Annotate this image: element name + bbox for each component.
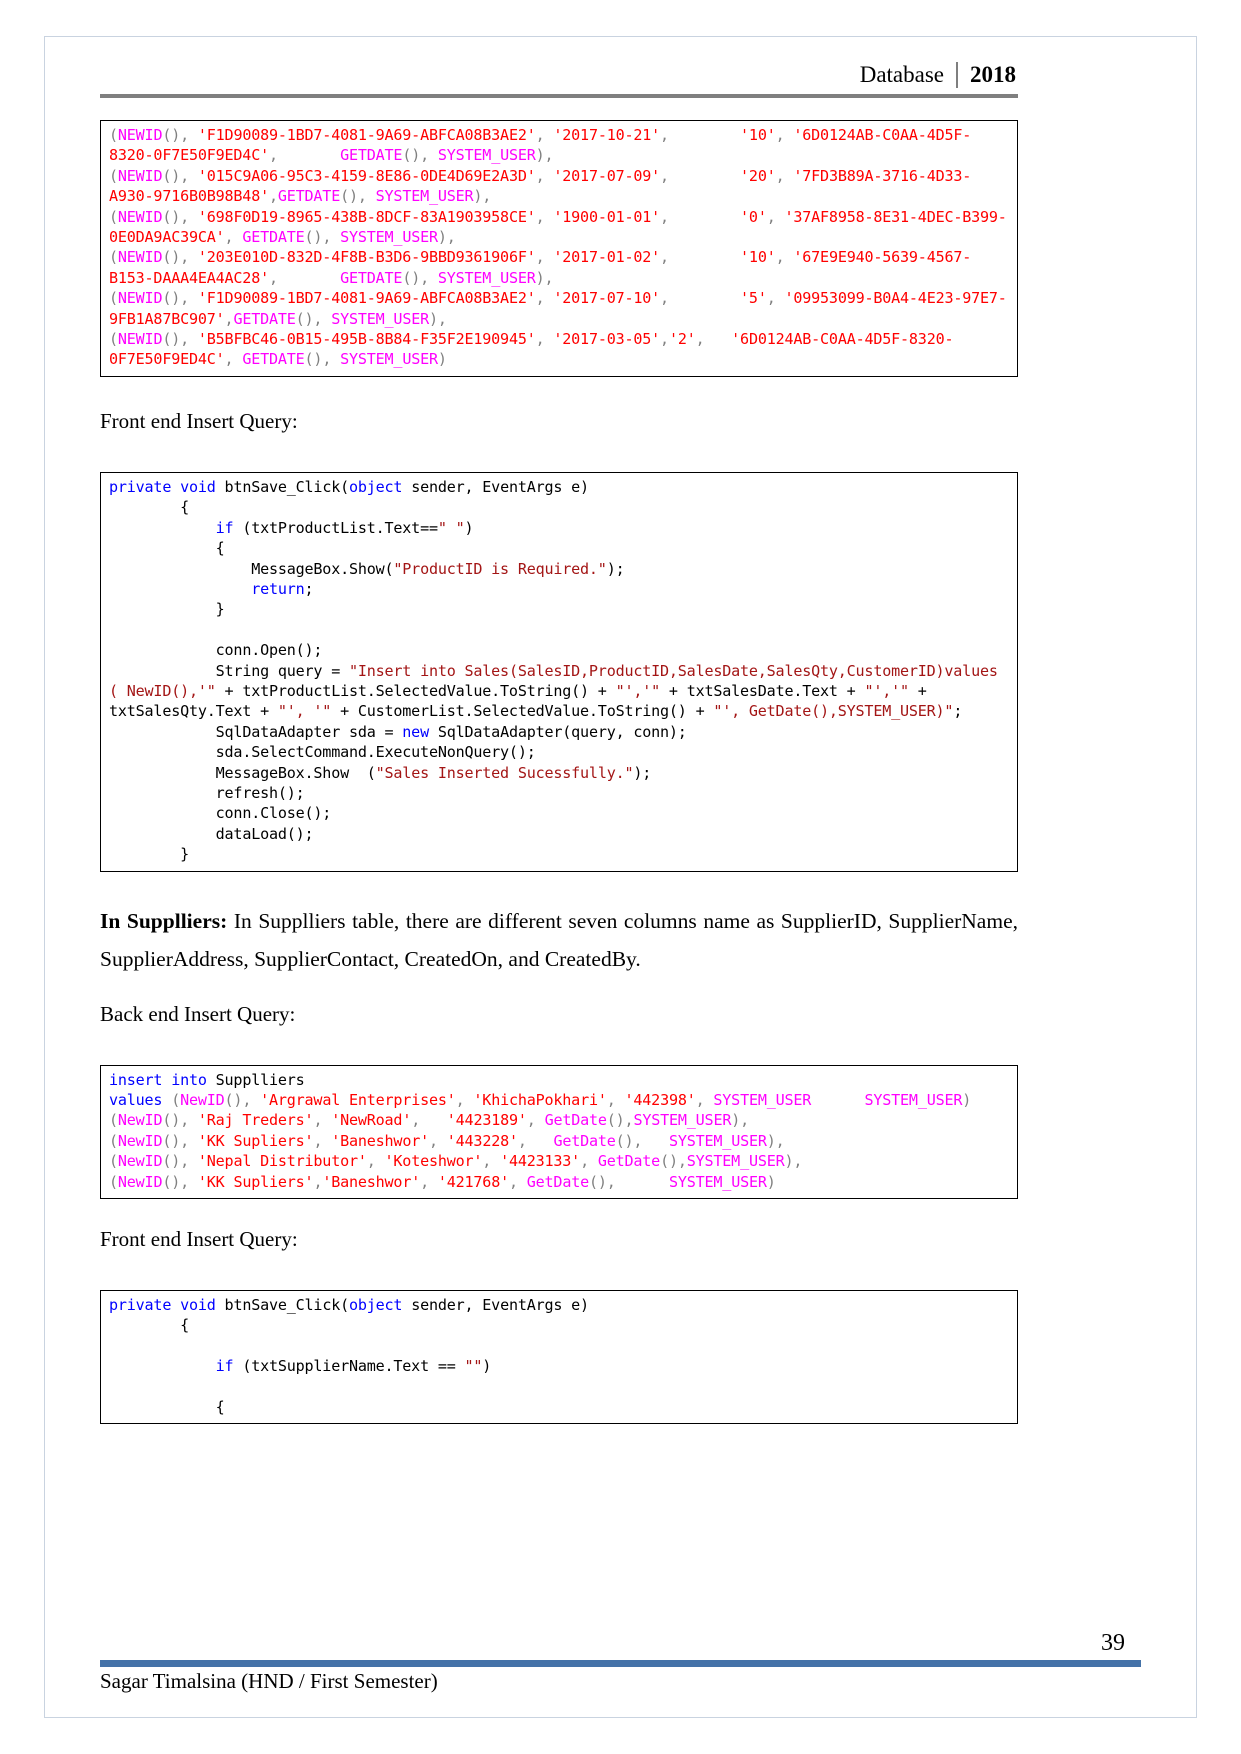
code-block-sales-back-end: (NEWID(), 'F1D90089-1BD7-4081-9A69-ABFCA… [100, 120, 1018, 377]
label-suppliers-back-end-query: Back end Insert Query: [100, 1001, 296, 1026]
page-header: Database 2018 [100, 62, 1018, 88]
suppliers-back-end-sql-text: insert into Supplliers values (NewID(), … [109, 1070, 972, 1191]
label-sales-front-end-query: Front end Insert Query: [100, 408, 298, 433]
document-page: Database 2018 (NEWID(), 'F1D90089-1BD7-4… [0, 0, 1241, 1754]
footer-row: Sagar Timalsina (HND / First Semester) [100, 1669, 1141, 1694]
page-content: Database 2018 (NEWID(), 'F1D90089-1BD7-4… [100, 62, 1018, 1425]
header-divider [956, 62, 958, 88]
header-rule [100, 94, 1018, 98]
header-year-label: 2018 [970, 62, 1016, 87]
page-number: 39 [1101, 1630, 1125, 1656]
page-footer: 39 Sagar Timalsina (HND / First Semester… [100, 1630, 1141, 1694]
sales-front-end-code-text: private void btnSave_Click(object sender… [109, 477, 1007, 864]
code-block-suppliers-front-end: private void btnSave_Click(object sender… [100, 1290, 1018, 1425]
header-subject-label: Database [859, 62, 944, 87]
label-suppliers-front-end-query: Front end Insert Query: [100, 1227, 298, 1252]
suppliers-front-end-code-text: private void btnSave_Click(object sender… [109, 1296, 589, 1417]
paragraph-supplliers-lead: In Supplliers: [100, 908, 228, 933]
code-block-suppliers-back-end: insert into Supplliers values (NewID(), … [100, 1064, 1018, 1200]
paragraph-supplliers-body: In Supplliers table, there are different… [100, 908, 1018, 971]
footer-rule: 39 [100, 1630, 1141, 1667]
paragraph-supplliers-description: In Supplliers: In Supplliers table, ther… [100, 902, 1018, 978]
sales-back-end-sql-text: (NEWID(), 'F1D90089-1BD7-4081-9A69-ABFCA… [109, 126, 1007, 369]
footer-author: Sagar Timalsina (HND / First Semester) [100, 1669, 438, 1693]
code-block-sales-front-end: private void btnSave_Click(object sender… [100, 471, 1018, 872]
